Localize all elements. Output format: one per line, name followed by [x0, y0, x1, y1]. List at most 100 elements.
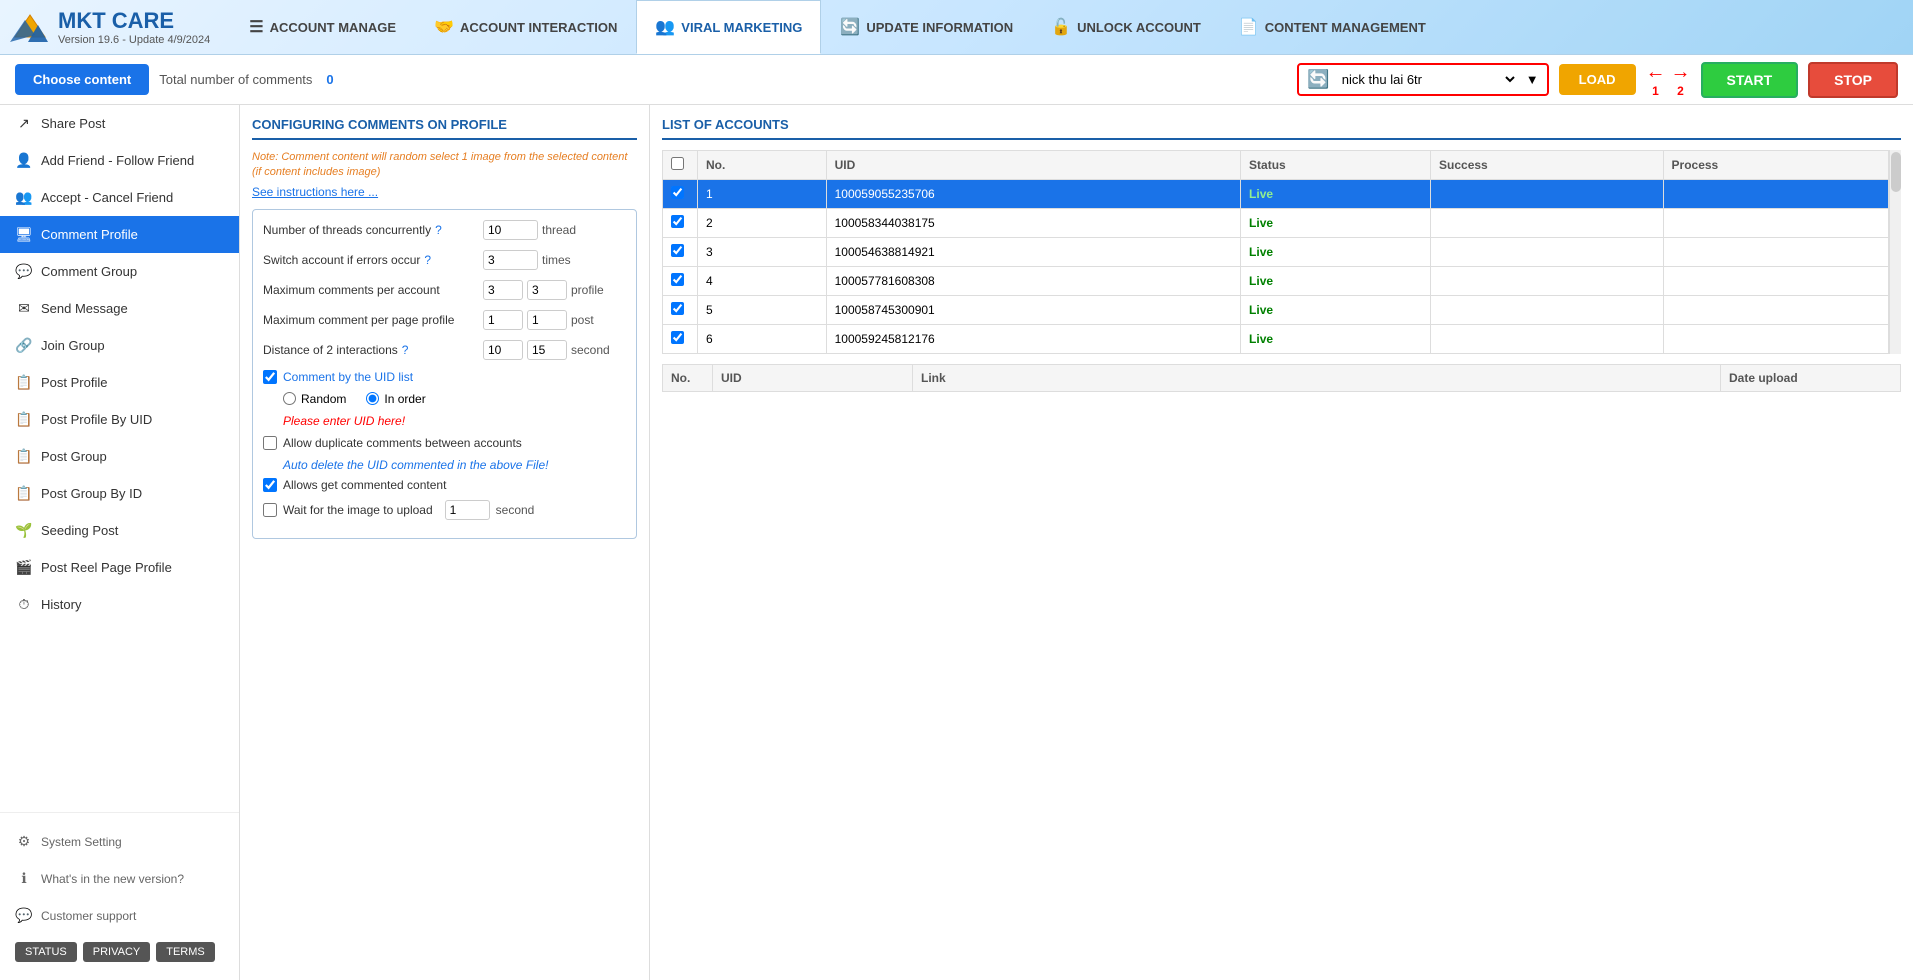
arrow-annotations: ← 1 → 2 [1646, 61, 1691, 98]
arrow-2-label: 2 [1677, 84, 1684, 98]
status-button[interactable]: STATUS [15, 942, 77, 962]
max-comments-input1[interactable] [483, 280, 523, 300]
allow-duplicate-checkbox[interactable] [263, 436, 277, 450]
sidebar-item-accept-cancel[interactable]: 👥 Accept - Cancel Friend [0, 179, 239, 216]
sidebar-system-setting[interactable]: ⚙ System Setting [0, 823, 239, 860]
row-status-cell: Live [1241, 267, 1431, 296]
share-post-icon: ↗ [15, 115, 33, 132]
threads-help-icon[interactable]: ? [435, 223, 442, 237]
col-success-header: Success [1431, 151, 1664, 180]
post-profile-icon: 📋 [15, 374, 33, 391]
account-manage-icon: ☰ [249, 17, 263, 37]
tab-unlock-account[interactable]: 🔓 UNLOCK ACCOUNT [1032, 0, 1220, 54]
row-process-cell [1663, 296, 1888, 325]
total-comments-value: 0 [326, 72, 333, 87]
sidebar-item-comment-profile[interactable]: 🖥 Comment Profile [0, 216, 239, 253]
bottom-col-date: Date upload [1721, 365, 1901, 392]
table-row[interactable]: 3 100054638814921 Live [663, 238, 1889, 267]
table-row[interactable]: 5 100058745300901 Live [663, 296, 1889, 325]
start-button[interactable]: START [1701, 62, 1799, 98]
sidebar-item-join-group[interactable]: 🔗 Join Group [0, 327, 239, 364]
tab-content-management-label: CONTENT MANAGEMENT [1265, 20, 1426, 35]
auto-delete-link[interactable]: Auto delete the UID commented in the abo… [283, 458, 626, 472]
refresh-icon[interactable]: 🔄 [1307, 69, 1329, 90]
wait-image-checkbox[interactable] [263, 503, 277, 517]
distance-input2[interactable] [527, 340, 567, 360]
load-button[interactable]: LOAD [1559, 64, 1636, 95]
sidebar-customer-support[interactable]: 💬 Customer support [0, 897, 239, 934]
instruction-link[interactable]: See instructions here ... [252, 185, 637, 199]
distance-help-icon[interactable]: ? [402, 343, 409, 357]
row-checkbox[interactable] [671, 273, 684, 286]
allow-duplicate-label: Allow duplicate comments between account… [283, 436, 522, 450]
threads-input[interactable] [483, 220, 538, 240]
scrollbar-thumb[interactable] [1891, 152, 1901, 192]
sidebar-item-history[interactable]: ⏱ History [0, 586, 239, 623]
table-row[interactable]: 6 100059245812176 Live [663, 325, 1889, 354]
logo-text: MKT CARE Version 19.6 - Update 4/9/2024 [58, 8, 210, 46]
col-process-header: Process [1663, 151, 1888, 180]
wait-value-input[interactable] [445, 500, 490, 520]
max-comments-input2[interactable] [527, 280, 567, 300]
right-arrow-icon: → [1671, 61, 1691, 84]
sidebar-item-comment-group[interactable]: 💬 Comment Group [0, 253, 239, 290]
tab-account-interaction[interactable]: 🤝 ACCOUNT INTERACTION [415, 0, 636, 54]
row-success-cell [1431, 267, 1664, 296]
row-status-cell: Live [1241, 296, 1431, 325]
uid-link[interactable]: Please enter UID here! [283, 414, 626, 428]
distance-input1[interactable] [483, 340, 523, 360]
row-checkbox[interactable] [671, 331, 684, 344]
tab-content-management[interactable]: 📄 CONTENT MANAGEMENT [1220, 0, 1445, 54]
row-checkbox[interactable] [671, 302, 684, 315]
in-order-radio-row: In order [366, 392, 425, 406]
tab-update-information[interactable]: 🔄 UPDATE INFORMATION [821, 0, 1032, 54]
account-table-scroll[interactable]: No. UID Status Success Process [662, 150, 1889, 354]
sidebar-item-post-reel-label: Post Reel Page Profile [41, 560, 172, 575]
table-row[interactable]: 4 100057781608308 Live [663, 267, 1889, 296]
sidebar-item-send-message[interactable]: ✉ Send Message [0, 290, 239, 327]
sidebar-item-post-group[interactable]: 📋 Post Group [0, 438, 239, 475]
sidebar-item-post-profile[interactable]: 📋 Post Profile [0, 364, 239, 401]
content-dropdown[interactable]: nick thu lai 6tr [1338, 71, 1518, 88]
allows-get-checkbox[interactable] [263, 478, 277, 492]
switch-row: Switch account if errors occur ? times [263, 250, 626, 270]
switch-value: times [483, 250, 571, 270]
post-group-id-icon: 📋 [15, 485, 33, 502]
sidebar-item-post-profile-uid[interactable]: 📋 Post Profile By UID [0, 401, 239, 438]
sidebar-item-post-reel[interactable]: 🎬 Post Reel Page Profile [0, 549, 239, 586]
comment-by-uid-checkbox[interactable] [263, 370, 277, 384]
tab-account-manage[interactable]: ☰ ACCOUNT MANAGE [230, 0, 415, 54]
switch-help-icon[interactable]: ? [424, 253, 431, 267]
account-table-head: No. UID Status Success Process [663, 151, 1889, 180]
row-process-cell [1663, 325, 1888, 354]
switch-input[interactable] [483, 250, 538, 270]
in-order-radio[interactable] [366, 392, 379, 405]
sidebar-item-seeding-post[interactable]: 🌱 Seeding Post [0, 512, 239, 549]
max-per-page-input2[interactable] [527, 310, 567, 330]
tab-viral-marketing[interactable]: 👥 VIRAL MARKETING [636, 0, 821, 54]
select-all-checkbox[interactable] [671, 157, 684, 170]
content-management-icon: 📄 [1239, 17, 1259, 37]
row-uid-cell: 100057781608308 [826, 267, 1240, 296]
accept-cancel-icon: 👥 [15, 189, 33, 206]
row-status-cell: Live [1241, 180, 1431, 209]
max-per-page-input1[interactable] [483, 310, 523, 330]
sidebar-item-add-friend[interactable]: 👤 Add Friend - Follow Friend [0, 142, 239, 179]
choose-content-button[interactable]: Choose content [15, 64, 149, 95]
row-checkbox[interactable] [671, 244, 684, 257]
unlock-account-icon: 🔓 [1051, 17, 1071, 37]
row-checkbox[interactable] [671, 186, 684, 199]
sidebar-item-post-group-id[interactable]: 📋 Post Group By ID [0, 475, 239, 512]
sidebar-whats-new[interactable]: ℹ What's in the new version? [0, 860, 239, 897]
stop-button[interactable]: STOP [1808, 62, 1898, 98]
scrollbar-track[interactable] [1889, 150, 1901, 354]
terms-button[interactable]: TERMS [156, 942, 215, 962]
privacy-button[interactable]: PRIVACY [83, 942, 150, 962]
table-row[interactable]: 1 100059055235706 Live [663, 180, 1889, 209]
sidebar-item-share-post[interactable]: ↗ Share Post [0, 105, 239, 142]
random-radio[interactable] [283, 392, 296, 405]
table-row[interactable]: 2 100058344038175 Live [663, 209, 1889, 238]
comment-group-icon: 💬 [15, 263, 33, 280]
post-reel-icon: 🎬 [15, 559, 33, 576]
row-checkbox[interactable] [671, 215, 684, 228]
